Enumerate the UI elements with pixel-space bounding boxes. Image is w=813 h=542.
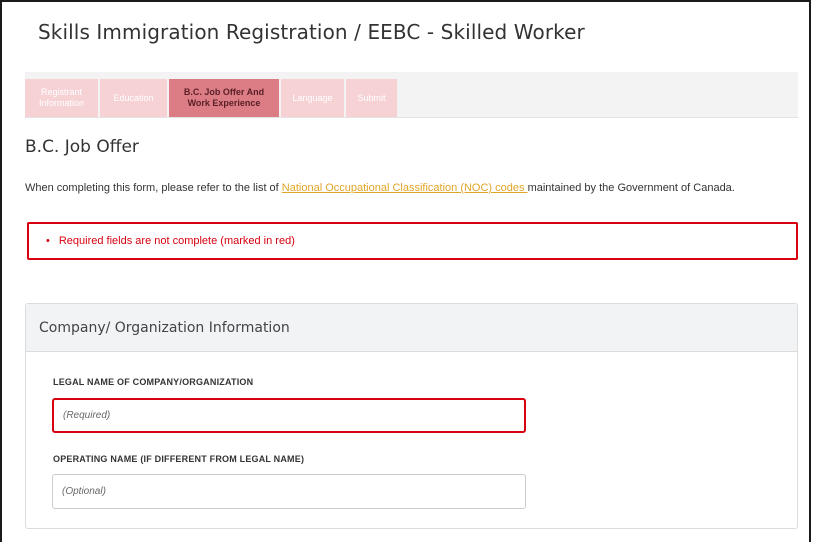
intro-text-start: When completing this form, please refer … xyxy=(25,182,282,194)
step-label: B.C. Job Offer And Work Experience xyxy=(183,87,265,108)
step-language[interactable]: Language xyxy=(281,79,344,117)
operating-name-label: OPERATING NAME (IF DIFFERENT FROM LEGAL … xyxy=(53,454,305,464)
noc-codes-link[interactable]: National Occupational Classification (NO… xyxy=(282,182,528,194)
page-title: Skills Immigration Registration / EEBC -… xyxy=(38,20,585,44)
step-label: Submit xyxy=(357,92,386,103)
step-registrant-information[interactable]: Registrant Information xyxy=(25,79,98,117)
intro-text-end: maintained by the Government of Canada. xyxy=(527,182,735,194)
step-job-offer-work-experience[interactable]: B.C. Job Offer And Work Experience xyxy=(169,79,279,117)
section-title: B.C. Job Offer xyxy=(25,137,139,157)
error-bullet: • xyxy=(46,235,50,247)
operating-name-input[interactable] xyxy=(52,474,526,509)
company-information-panel: Company/ Organization Information LEGAL … xyxy=(25,303,798,529)
step-submit[interactable]: Submit xyxy=(346,79,397,117)
progress-steps: Registrant Information Education B.C. Jo… xyxy=(25,72,798,118)
legal-name-input[interactable] xyxy=(52,398,526,433)
step-label: Language xyxy=(292,92,333,103)
intro-text: When completing this form, please refer … xyxy=(25,179,790,198)
legal-name-label: LEGAL NAME OF COMPANY/ORGANIZATION xyxy=(53,377,254,387)
panel-title: Company/ Organization Information xyxy=(39,319,290,336)
step-label: Education xyxy=(113,92,154,103)
step-label: Registrant Information xyxy=(38,87,85,108)
panel-header: Company/ Organization Information xyxy=(26,304,797,352)
step-education[interactable]: Education xyxy=(100,79,167,117)
error-message: Required fields are not complete (marked… xyxy=(58,235,295,247)
error-summary: • Required fields are not complete (mark… xyxy=(27,222,798,260)
